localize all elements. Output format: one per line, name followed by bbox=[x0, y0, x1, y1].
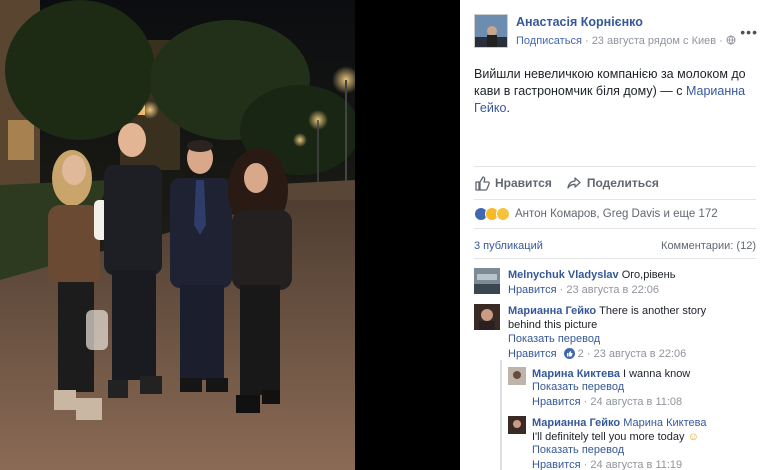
comment-text: Марианна Гейко There is another story be… bbox=[508, 304, 738, 332]
comment-body: I'll definitely tell you more today bbox=[532, 431, 685, 443]
commenter-avatar[interactable] bbox=[508, 416, 526, 434]
reply-thread-line bbox=[500, 360, 502, 470]
comment-text: Марианна Гейко Марина Киктева I'll defin… bbox=[532, 416, 712, 444]
divider bbox=[474, 258, 756, 259]
post-actions: Нравится Поделиться bbox=[474, 173, 659, 193]
post-photo[interactable] bbox=[0, 0, 355, 470]
divider bbox=[474, 228, 756, 229]
comment-time[interactable]: · 23 августа в 22:06 bbox=[557, 284, 659, 296]
show-translation-link[interactable]: Показать перевод bbox=[532, 381, 624, 393]
comment-like-link[interactable]: Нравится bbox=[532, 396, 581, 408]
comment-body: Ого,рівень bbox=[618, 269, 676, 281]
reactors-text[interactable]: Антон Комаров, Greg Davis и еще 172 bbox=[515, 208, 718, 220]
comment-author[interactable]: Melnychuk Vladyslav bbox=[508, 269, 619, 281]
post-header: Анастасія Корнієнко Подписаться · 23 авг… bbox=[474, 12, 764, 52]
comment-author[interactable]: Марианна Гейко bbox=[508, 305, 596, 317]
globe-icon bbox=[726, 35, 736, 45]
comment-text: Марина Киктева I wanna know bbox=[532, 367, 752, 381]
comment-like-link[interactable]: Нравится bbox=[508, 284, 557, 296]
post-text-end: . bbox=[506, 101, 510, 115]
comment-body: I wanna know bbox=[619, 368, 691, 380]
post-panel: Анастасія Корнієнко Подписаться · 23 авг… bbox=[460, 0, 768, 470]
share-button[interactable]: Поделиться bbox=[566, 175, 659, 191]
like-reaction-icon bbox=[563, 348, 575, 359]
comments-count[interactable]: Комментарии: (12) bbox=[661, 240, 756, 252]
commenter-avatar[interactable] bbox=[474, 268, 500, 294]
comment-meta: Нравится · 24 августа в 11:19 bbox=[532, 459, 682, 470]
comment-time[interactable]: · 23 августа в 22:06 bbox=[584, 348, 686, 360]
comment-text: Melnychuk Vladyslav Ого,рівень bbox=[508, 268, 758, 282]
like-button[interactable]: Нравится bbox=[474, 175, 552, 191]
post-time-location[interactable]: · 23 августа рядом с Киев · bbox=[585, 35, 723, 47]
comment-like-link[interactable]: Нравится bbox=[508, 348, 557, 360]
comment-time[interactable]: · 24 августа в 11:08 bbox=[581, 396, 683, 408]
show-translation-link[interactable]: Показать перевод bbox=[508, 333, 600, 345]
post-text: Вийшли невеличкою компанією за молоком д… bbox=[474, 66, 756, 117]
wow-reaction-icon bbox=[496, 207, 510, 221]
shares-link[interactable]: 3 публикаций bbox=[474, 240, 543, 252]
comment-like-link[interactable]: Нравится bbox=[532, 459, 581, 470]
like-label: Нравится bbox=[495, 176, 552, 190]
divider bbox=[474, 199, 756, 200]
comment-author[interactable]: Марианна Гейко bbox=[532, 417, 620, 429]
more-options-button[interactable]: ••• bbox=[740, 24, 758, 40]
commenter-avatar[interactable] bbox=[508, 367, 526, 385]
author-name[interactable]: Анастасія Корнієнко bbox=[516, 15, 643, 29]
comment-time[interactable]: · 24 августа в 11:19 bbox=[581, 459, 683, 470]
comment-meta: Нравится · 23 августа в 22:06 bbox=[508, 284, 659, 296]
post-meta: Подписаться · 23 августа рядом с Киев · bbox=[516, 35, 736, 47]
commenter-avatar[interactable] bbox=[474, 304, 500, 330]
photo-viewer bbox=[0, 0, 460, 470]
show-translation-link[interactable]: Показать перевод bbox=[532, 444, 624, 456]
follow-link[interactable]: Подписаться bbox=[516, 35, 582, 47]
author-avatar[interactable] bbox=[474, 14, 508, 48]
share-icon bbox=[567, 177, 581, 189]
reactions-summary[interactable]: Антон Комаров, Greg Davis и еще 172 bbox=[474, 207, 718, 221]
reply: Марина Киктева I wanna know Показать пер… bbox=[508, 367, 758, 411]
comment-meta: Нравится · 24 августа в 11:08 bbox=[532, 396, 682, 408]
comment-meta: Нравится 2 · 23 августа в 22:06 bbox=[508, 348, 686, 360]
mention-link[interactable]: Марина Киктева bbox=[623, 417, 706, 429]
smile-emoji-icon: ☺ bbox=[687, 431, 699, 443]
share-label: Поделиться bbox=[586, 176, 659, 190]
comment-author[interactable]: Марина Киктева bbox=[532, 368, 620, 380]
comment: Melnychuk Vladyslav Ого,рівень Нравится … bbox=[474, 268, 764, 300]
thumbs-up-icon bbox=[475, 176, 490, 191]
comment: Марианна Гейко There is another story be… bbox=[474, 304, 764, 364]
reply: Марианна Гейко Марина Киктева I'll defin… bbox=[508, 416, 758, 470]
divider bbox=[474, 166, 756, 167]
